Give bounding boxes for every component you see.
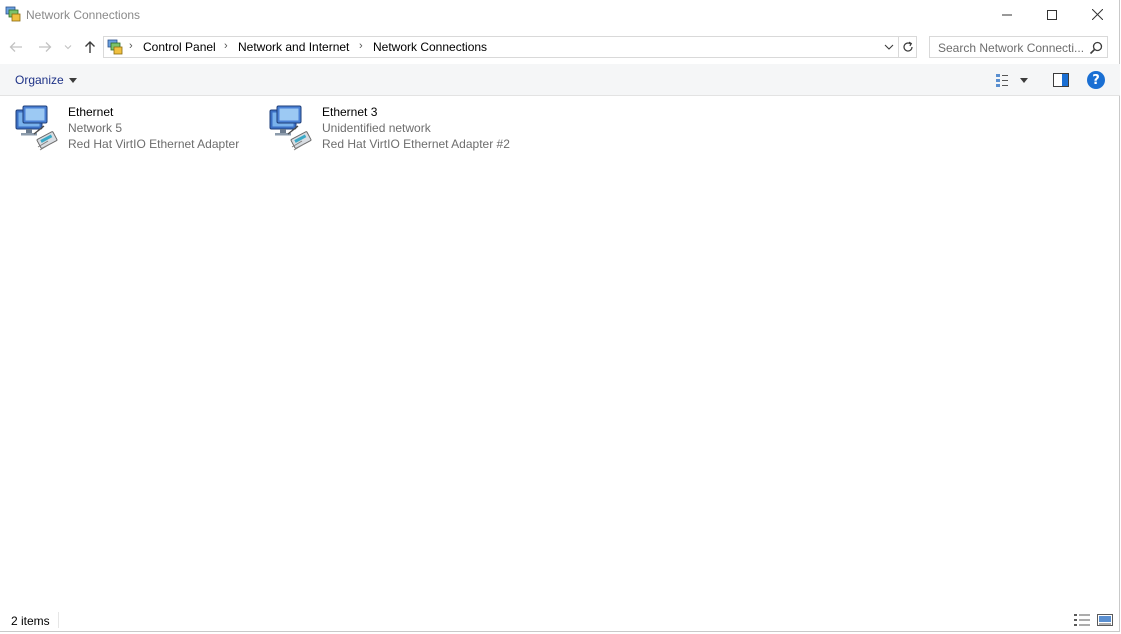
preview-pane-button[interactable]: [1050, 71, 1072, 89]
view-options-icon: [996, 74, 1008, 87]
up-arrow-icon: [85, 41, 95, 53]
breadcrumb-network-connections[interactable]: Network Connections: [373, 40, 487, 54]
breadcrumb-control-panel[interactable]: Control Panel: [143, 40, 216, 54]
command-bar: Organize ?: [0, 64, 1120, 96]
details-view-icon: [1074, 614, 1090, 626]
connection-device: Red Hat VirtIO Ethernet Adapter #2: [322, 137, 510, 151]
minimize-icon: [1001, 14, 1012, 15]
refresh-button[interactable]: [899, 37, 917, 57]
connection-item-ethernet-3[interactable]: Ethernet 3 Unidentified network Red Hat …: [268, 102, 518, 156]
close-button[interactable]: [1075, 0, 1120, 29]
search-placeholder: Search Network Connecti...: [938, 41, 1085, 55]
maximize-icon: [1046, 9, 1057, 20]
status-divider: [58, 612, 59, 628]
connection-name: Ethernet: [68, 105, 114, 119]
details-view-button[interactable]: [1073, 612, 1091, 628]
dropdown-arrow-icon[interactable]: [1020, 77, 1028, 83]
title-bar[interactable]: Network Connections: [0, 0, 1120, 30]
control-panel-icon: [107, 39, 123, 55]
back-button[interactable]: [6, 37, 26, 57]
search-input[interactable]: Search Network Connecti...: [929, 36, 1108, 58]
address-history-button[interactable]: [880, 37, 898, 57]
preview-pane-icon: [1053, 73, 1069, 87]
close-icon: [1092, 9, 1103, 20]
minimize-button[interactable]: [984, 0, 1029, 29]
connection-status: Unidentified network: [322, 121, 431, 135]
help-button[interactable]: ?: [1086, 70, 1106, 90]
connection-name: Ethernet 3: [322, 105, 378, 119]
maximize-button[interactable]: [1029, 0, 1074, 29]
dropdown-arrow-icon: [68, 77, 77, 83]
connection-text: Ethernet Network 5 Red Hat VirtIO Ethern…: [68, 104, 239, 152]
chevron-down-icon: [64, 45, 72, 50]
address-bar[interactable]: › Control Panel › Network and Internet ›…: [103, 36, 917, 58]
search-icon[interactable]: [1088, 40, 1104, 56]
forward-button[interactable]: [35, 37, 55, 57]
network-adapter-icon: [14, 104, 62, 152]
status-bar: 2 items: [0, 608, 1120, 632]
help-icon: ?: [1087, 71, 1105, 89]
large-icons-view-icon: [1097, 614, 1113, 626]
connection-status: Network 5: [68, 121, 123, 135]
chevron-down-icon: [884, 44, 894, 50]
connection-text: Ethernet 3 Unidentified network Red Hat …: [322, 104, 510, 152]
organize-button[interactable]: Organize: [9, 70, 83, 90]
network-connections-icon: [5, 6, 21, 22]
network-adapter-icon: [268, 104, 316, 152]
up-button[interactable]: [80, 37, 100, 57]
window-title: Network Connections: [26, 8, 141, 22]
change-view-button[interactable]: [994, 71, 1036, 89]
explorer-window: Network Connections › Control Panel › Ne…: [0, 0, 1120, 632]
recent-locations-button[interactable]: [60, 37, 76, 57]
forward-arrow-icon: [39, 42, 52, 52]
connections-view: Ethernet Network 5 Red Hat VirtIO Ethern…: [0, 97, 1120, 605]
chevron-right-icon[interactable]: ›: [224, 40, 228, 52]
breadcrumb-network-and-internet[interactable]: Network and Internet: [238, 40, 349, 54]
navigation-bar: › Control Panel › Network and Internet ›…: [0, 32, 1120, 62]
item-count: 2 items: [11, 614, 50, 628]
back-arrow-icon: [9, 42, 22, 52]
connection-item-ethernet[interactable]: Ethernet Network 5 Red Hat VirtIO Ethern…: [14, 102, 244, 156]
refresh-icon: [903, 41, 913, 52]
chevron-right-icon[interactable]: ›: [129, 40, 133, 52]
connection-device: Red Hat VirtIO Ethernet Adapter: [68, 137, 240, 151]
tiles-view-button[interactable]: [1096, 612, 1114, 628]
organize-label: Organize: [15, 73, 64, 87]
chevron-right-icon[interactable]: ›: [359, 40, 363, 52]
